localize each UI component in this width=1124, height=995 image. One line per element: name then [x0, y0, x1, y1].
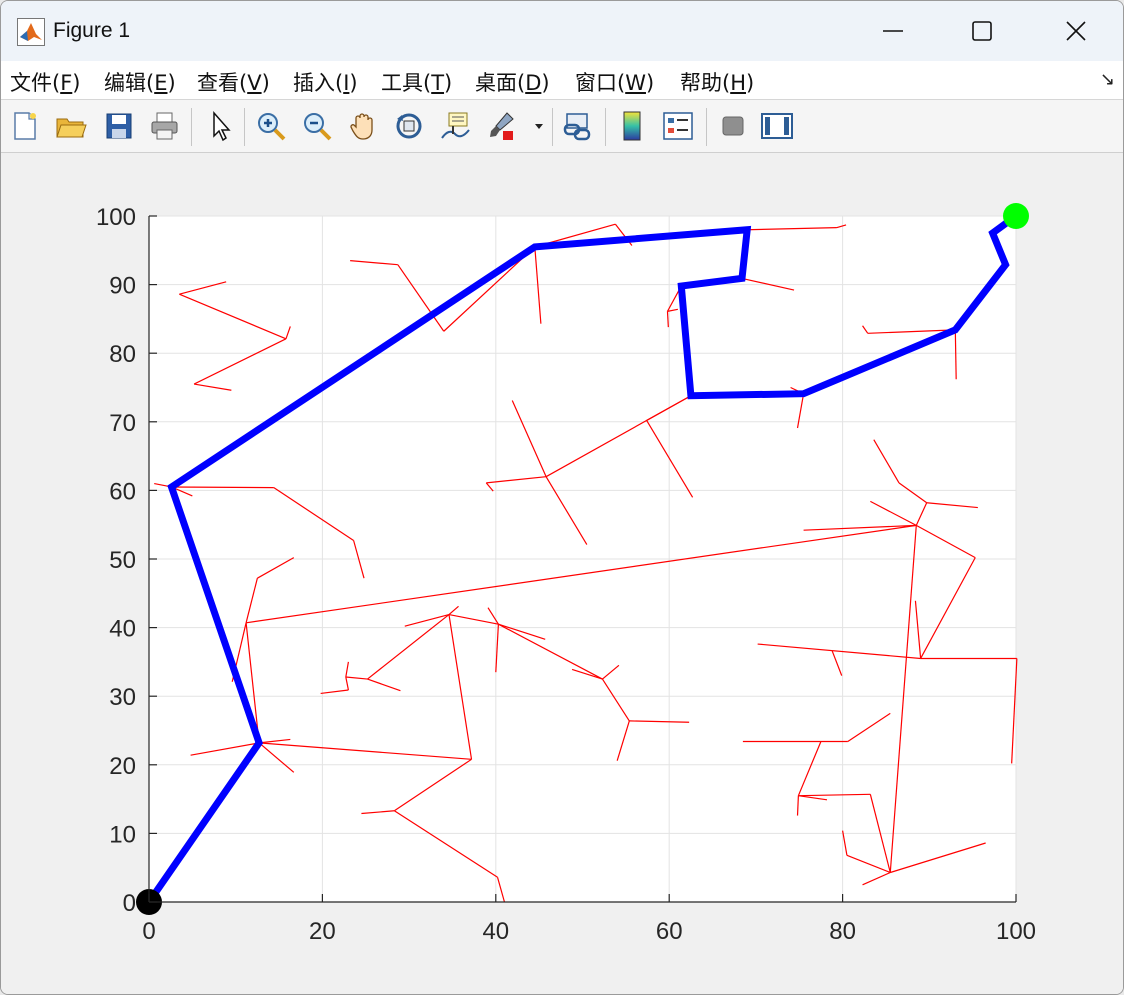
menu-desktop[interactable]: 桌面(D)	[475, 67, 550, 97]
show-plot-tools-icon	[761, 113, 793, 139]
colorbar-icon	[623, 111, 641, 141]
pan-hand-icon	[350, 113, 373, 140]
x-tick-label: 0	[142, 918, 155, 945]
brush-button[interactable]	[483, 106, 519, 146]
toolbar-separator	[552, 108, 553, 146]
print-icon	[151, 112, 178, 140]
new-figure-button[interactable]	[7, 106, 43, 146]
y-tick-label: 100	[96, 204, 136, 231]
minimize-button[interactable]	[858, 7, 928, 55]
show-plot-tools-button[interactable]	[759, 106, 795, 146]
minimize-icon	[883, 30, 903, 32]
y-tick-label: 60	[109, 478, 136, 505]
maximize-icon	[972, 21, 992, 41]
y-tick-label: 10	[109, 821, 136, 848]
x-tick-labels: 0 20 40 60 80 100	[142, 918, 1036, 945]
menu-view[interactable]: 查看(V)	[197, 67, 270, 97]
tree-edge	[171, 486, 274, 489]
matlab-icon	[17, 18, 45, 46]
plot-canvas[interactable]: 0 20 40 60 80 100 0 10 20 30 40 50 60 70 80 90 100	[1, 153, 1123, 994]
zoom-out-button[interactable]	[299, 106, 335, 146]
menu-file[interactable]: 文件(F)	[10, 67, 81, 97]
brush-dropdown-button[interactable]	[525, 106, 553, 146]
y-tick-labels: 0 10 20 30 40 50 60 70 80 90 100	[96, 204, 136, 917]
menu-bar: 文件(F) 编辑(E) 查看(V) 插入(I) 工具(T) 桌面(D) 窗口(W…	[1, 61, 1123, 100]
y-tick-label: 80	[109, 341, 136, 368]
rotate-3d-icon	[396, 113, 422, 139]
open-file-button[interactable]	[53, 106, 89, 146]
window-title: Figure 1	[53, 19, 131, 42]
title-bar: Figure 1	[1, 1, 1123, 61]
pan-hand-button[interactable]	[345, 106, 381, 146]
zoom-in-icon	[258, 113, 286, 141]
select-arrow-icon	[213, 111, 231, 142]
y-tick-label: 0	[123, 890, 136, 917]
toolbar-separator	[605, 108, 606, 146]
y-tick-label: 70	[109, 410, 136, 437]
figure-window: Figure 1 文件(F) 编辑(E) 查看(V) 插入(I) 工具(T) 桌…	[0, 0, 1124, 995]
y-tick-label: 20	[109, 753, 136, 780]
link-plot-icon	[563, 113, 591, 141]
figure-canvas-area: 0 20 40 60 80 100 0 10 20 30 40 50 60 70 80 90 100	[1, 153, 1123, 994]
colorbar-button[interactable]	[614, 106, 650, 146]
x-tick-label: 40	[482, 918, 509, 945]
close-icon	[1066, 21, 1086, 41]
link-plot-button[interactable]	[559, 106, 595, 146]
open-file-icon	[56, 118, 87, 138]
save-button[interactable]	[101, 106, 137, 146]
y-tick-label: 90	[109, 273, 136, 300]
legend-button[interactable]	[660, 106, 696, 146]
close-button[interactable]	[1041, 7, 1111, 55]
goal-point-marker	[1003, 203, 1029, 229]
undock-icon[interactable]: ↘	[1100, 69, 1115, 90]
select-arrow-button[interactable]	[202, 106, 238, 146]
save-icon	[106, 113, 132, 139]
print-button[interactable]	[147, 106, 183, 146]
hide-plot-tools-button[interactable]	[715, 106, 751, 146]
legend-icon	[663, 112, 693, 140]
y-tick-label: 50	[109, 547, 136, 574]
x-tick-label: 80	[829, 918, 856, 945]
data-cursor-button[interactable]	[437, 106, 473, 146]
data-cursor-icon	[441, 112, 470, 139]
menu-window[interactable]: 窗口(W)	[575, 67, 654, 97]
x-tick-label: 100	[996, 918, 1036, 945]
x-tick-label: 20	[309, 918, 336, 945]
figure-toolbar	[1, 100, 1123, 153]
hide-plot-tools-icon	[722, 116, 744, 136]
toolbar-separator	[191, 108, 192, 146]
zoom-in-button[interactable]	[253, 106, 289, 146]
menu-tools[interactable]: 工具(T)	[381, 67, 452, 97]
y-tick-label: 40	[109, 616, 136, 643]
menu-help[interactable]: 帮助(H)	[680, 67, 754, 97]
rotate-3d-button[interactable]	[391, 106, 427, 146]
menu-edit[interactable]: 编辑(E)	[104, 67, 176, 97]
brush-icon	[490, 112, 514, 140]
zoom-out-icon	[304, 113, 332, 141]
new-figure-icon	[14, 112, 36, 140]
toolbar-separator	[244, 108, 245, 146]
menu-insert[interactable]: 插入(I)	[293, 67, 358, 97]
brush-dropdown-icon	[535, 124, 543, 129]
y-tick-label: 30	[109, 684, 136, 711]
maximize-button[interactable]	[947, 7, 1017, 55]
x-tick-label: 60	[656, 918, 683, 945]
toolbar-separator	[706, 108, 707, 146]
